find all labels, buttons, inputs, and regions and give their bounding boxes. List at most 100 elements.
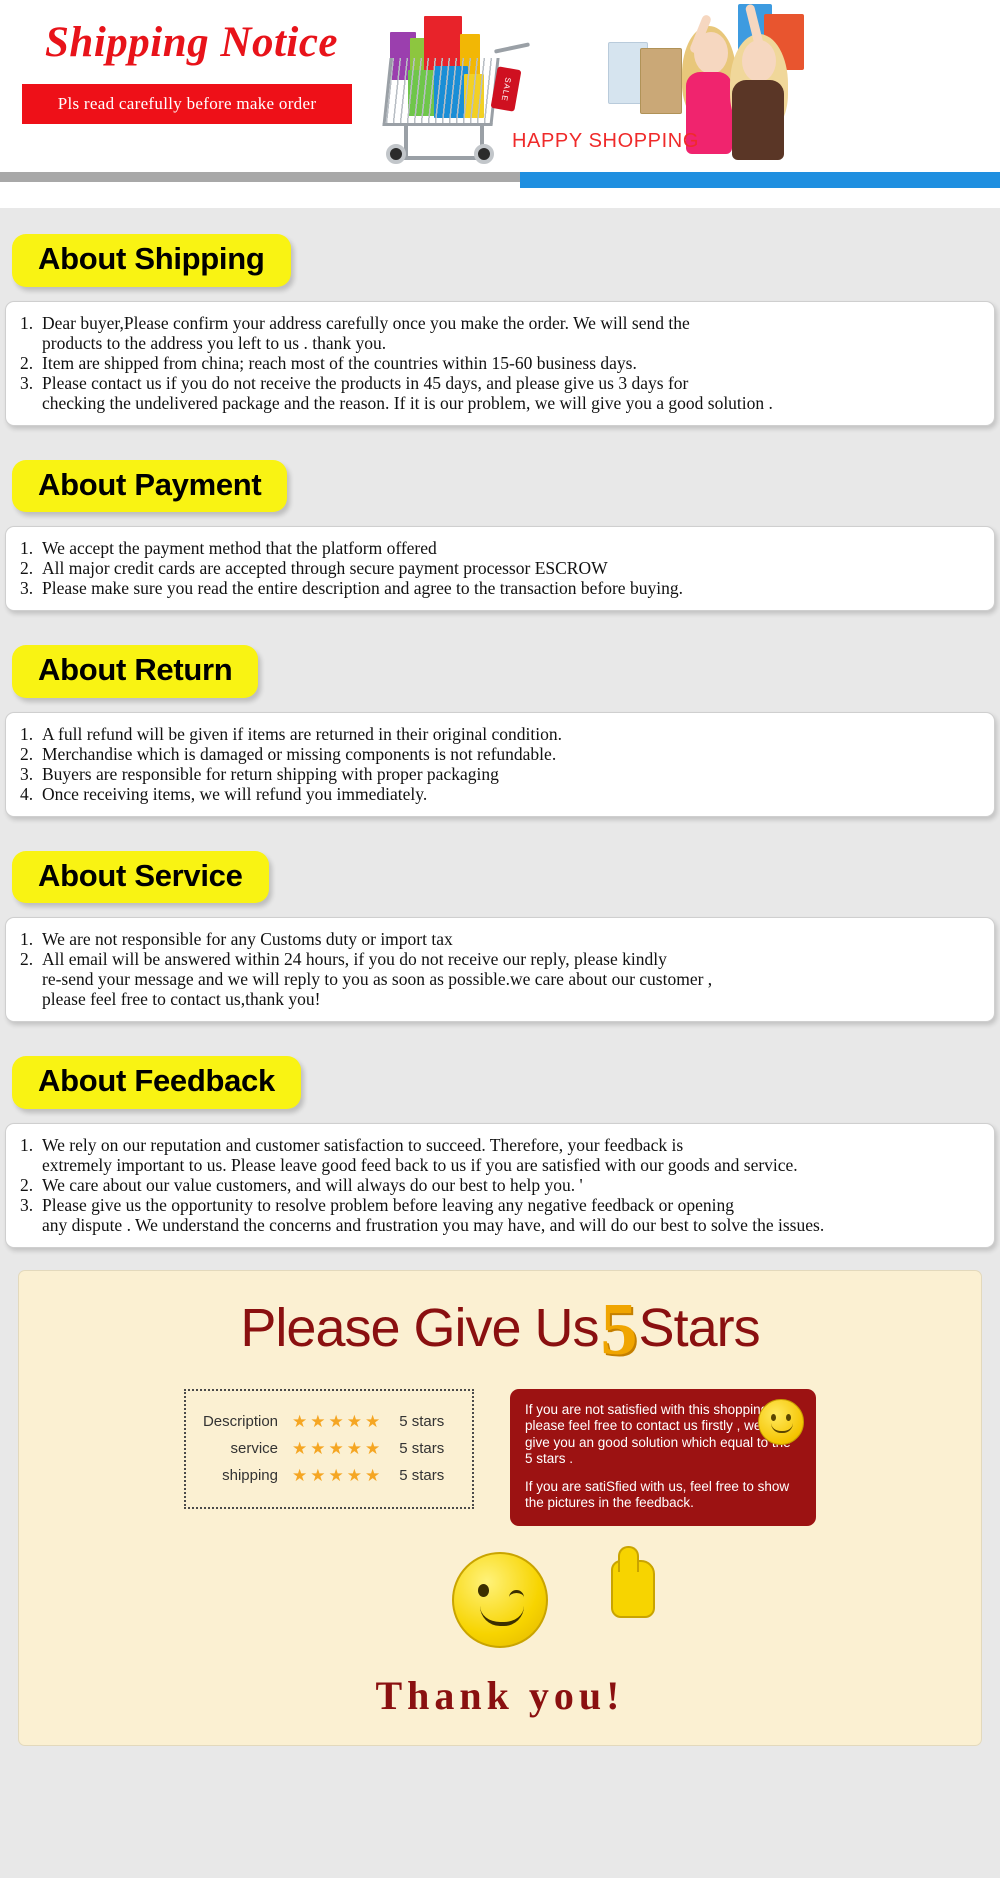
list-item-number: 2.	[20, 743, 34, 764]
shipping-notice-page: Shipping Notice Pls read carefully befor…	[0, 0, 1000, 1746]
section-about-payment: About Payment 1. We accept the payment met…	[0, 426, 1000, 612]
list-item: 4. Once receiving items, we will refund y…	[20, 784, 980, 804]
section-panel: 1. Dear buyer,Please confirm your address…	[5, 300, 995, 426]
satisfaction-note-box: If you are not satisfied with this shopp…	[510, 1388, 816, 1526]
heading-after-text: Stars	[638, 1297, 761, 1358]
sale-tag-text: SALE	[499, 76, 513, 102]
page-title: Shipping Notice	[45, 19, 339, 66]
section-list: 1. We are not responsible for any Customs…	[20, 929, 980, 1009]
thumbs-up-emoji-wrap	[37, 1545, 963, 1660]
list-item: 2. All email will be answered within 24 h…	[20, 949, 980, 1009]
feedback-promo-box: Please Give Us5Stars Description ★★★★★ 5 s…	[18, 1269, 982, 1746]
list-item-text: Dear buyer,Please confirm your address c…	[42, 312, 690, 353]
heading-number-5: 5	[600, 1288, 638, 1371]
list-item: 1. A full refund will be given if items a…	[20, 724, 980, 744]
section-tab-label[interactable]: About Service	[12, 850, 269, 904]
thumbs-up-icon	[611, 1545, 656, 1618]
list-item: 1. Dear buyer,Please confirm your address…	[20, 313, 980, 353]
list-item-text: Please make sure you read the entire des…	[42, 578, 683, 599]
heading-before-text: Please Give Us	[240, 1297, 599, 1358]
blue-divider	[520, 172, 1000, 188]
section-tab-label[interactable]: About Return	[12, 645, 259, 698]
rating-label: shipping	[222, 1467, 278, 1485]
rating-row: shipping ★★★★★ 5 stars	[200, 1466, 454, 1486]
list-item: 2. All major credit cards are accepted th…	[20, 558, 980, 578]
list-item: 1. We are not responsible for any Customs…	[20, 929, 980, 949]
rating-label: service	[230, 1440, 278, 1458]
list-item-number: 4.	[20, 783, 34, 804]
winking-emoji-icon	[452, 1551, 548, 1648]
sections-container: About Shipping 1. Dear buyer,Please confir…	[0, 208, 1000, 1248]
grey-divider	[0, 172, 520, 182]
list-item-text: We rely on our reputation and customer s…	[42, 1134, 798, 1175]
section-panel: 1. We are not responsible for any Customs…	[5, 917, 995, 1023]
list-item-text: We accept the payment method that the pl…	[42, 538, 437, 559]
star-rating-icon: ★★★★★	[292, 1411, 384, 1431]
section-about-return: About Return 1. A full refund will be give…	[0, 611, 1000, 817]
list-item: 3. Buyers are responsible for return ship…	[20, 764, 980, 784]
list-item-number: 2.	[20, 352, 34, 373]
rating-value: 5 stars	[399, 1467, 445, 1485]
rating-label: Description	[202, 1413, 278, 1431]
list-item-number: 1.	[20, 538, 34, 559]
section-list: 1. A full refund will be given if items a…	[20, 724, 980, 804]
list-item-text: All major credit cards are accepted thro…	[42, 558, 608, 579]
satisfied-note: If you are satiSfied with us, feel free …	[525, 1478, 790, 1511]
list-item-text: Buyers are responsible for return shippi…	[42, 763, 499, 784]
section-panel: 1. We rely on our reputation and customer…	[5, 1122, 995, 1248]
section-about-shipping: About Shipping 1. Dear buyer,Please confir…	[0, 208, 1000, 426]
list-item: 2. We care about our value customers, and…	[20, 1175, 980, 1195]
section-about-service: About Service 1. We are not responsible fo…	[0, 817, 1000, 1023]
list-item: 3. Please give us the opportunity to reso…	[20, 1195, 980, 1235]
banner-subtitle-text: Pls read carefully before make order	[57, 94, 317, 113]
rating-row: Description ★★★★★ 5 stars	[200, 1412, 454, 1432]
section-list: 1. We rely on our reputation and customer…	[20, 1135, 980, 1235]
list-item-text: Please contact us if you do not receive …	[42, 372, 773, 413]
list-item-text: All email will be answered within 24 hou…	[42, 949, 713, 1010]
list-item-number: 1.	[20, 1134, 34, 1155]
thank-you-text: Thank you!	[375, 1672, 625, 1718]
list-item-number: 2.	[20, 558, 34, 579]
happy-shopping-text: HAPPY SHOPPING	[512, 130, 699, 152]
promo-columns: Description ★★★★★ 5 stars service ★★★★★ 5 sta…	[37, 1388, 963, 1526]
list-item-number: 3.	[20, 1194, 34, 1215]
give-us-5-stars-heading: Please Give Us5Stars	[37, 1293, 963, 1367]
rating-summary-box: Description ★★★★★ 5 stars service ★★★★★ 5 sta…	[184, 1388, 474, 1509]
section-panel: 1. We accept the payment method that the …	[5, 526, 995, 612]
section-tab-label[interactable]: About Payment	[12, 459, 288, 513]
rating-value: 5 stars	[399, 1413, 445, 1431]
rating-row: service ★★★★★ 5 stars	[200, 1439, 454, 1459]
list-item-number: 1.	[20, 929, 34, 950]
star-rating-icon: ★★★★★	[292, 1438, 384, 1458]
list-item-number: 3.	[20, 372, 34, 393]
list-item-number: 3.	[20, 763, 34, 784]
list-item-number: 2.	[20, 949, 34, 970]
list-item-number: 3.	[20, 578, 34, 599]
list-item-text: Please give us the opportunity to resolv…	[42, 1194, 825, 1235]
list-item-text: A full refund will be given if items are…	[42, 723, 563, 744]
list-item-number: 1.	[20, 312, 34, 333]
section-panel: 1. A full refund will be given if items a…	[5, 711, 995, 817]
section-tab-label[interactable]: About Shipping	[12, 234, 291, 287]
list-item-number: 2.	[20, 1174, 34, 1195]
list-item: 1. We accept the payment method that the …	[20, 538, 980, 558]
list-item-text: We care about our value customers, and w…	[42, 1174, 583, 1195]
smiley-face-icon	[758, 1398, 804, 1445]
list-item-number: 1.	[20, 723, 34, 744]
list-item-text: We are not responsible for any Customs d…	[42, 929, 453, 950]
list-item: 1. We rely on our reputation and customer…	[20, 1135, 980, 1175]
list-item: 2. Merchandise which is damaged or missin…	[20, 744, 980, 764]
section-list: 1. We accept the payment method that the …	[20, 538, 980, 598]
section-list: 1. Dear buyer,Please confirm your address…	[20, 313, 980, 413]
list-item-text: Merchandise which is damaged or missing …	[42, 743, 557, 764]
rating-value: 5 stars	[399, 1440, 445, 1458]
section-tab-label[interactable]: About Feedback	[12, 1056, 301, 1109]
star-rating-icon: ★★★★★	[292, 1465, 384, 1485]
section-about-feedback: About Feedback 1. We rely on our reputatio…	[0, 1022, 1000, 1248]
banner-subtitle-bar: Pls read carefully before make order	[22, 84, 352, 124]
